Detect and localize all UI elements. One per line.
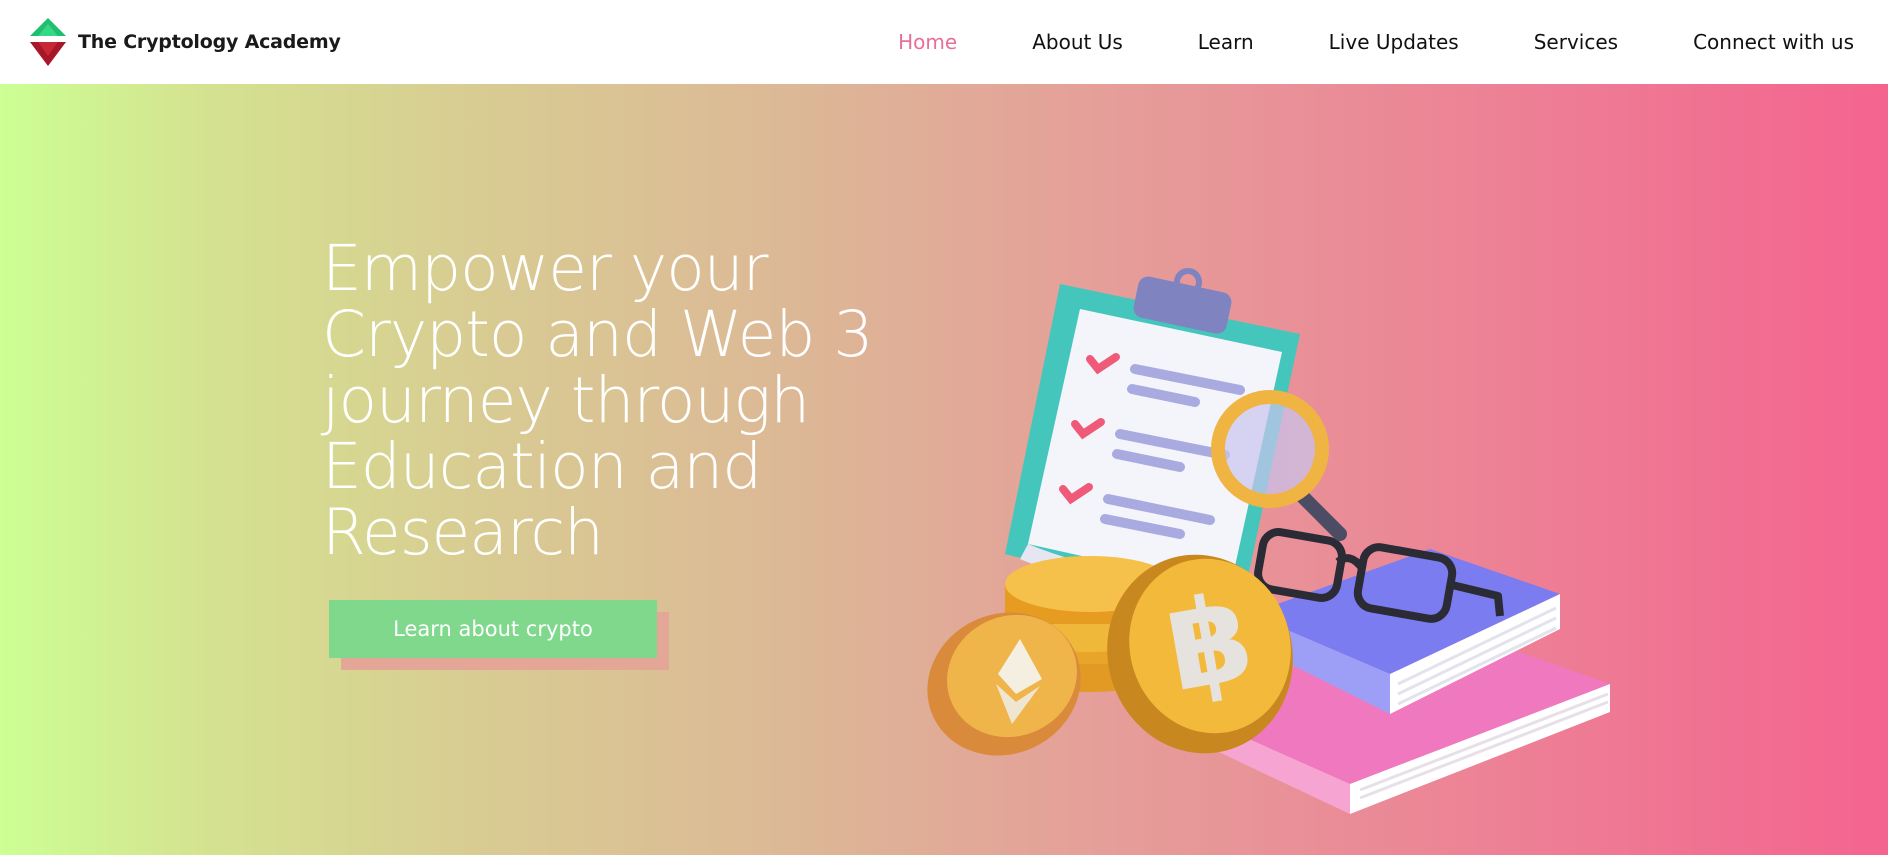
nav-home[interactable]: Home	[898, 30, 957, 54]
nav-learn[interactable]: Learn	[1198, 30, 1254, 54]
hero-title: Empower your Crypto and Web 3 journey th…	[322, 232, 873, 569]
nav-connect-with-us[interactable]: Connect with us	[1693, 30, 1854, 54]
nav-about-us[interactable]: About Us	[1032, 30, 1123, 54]
hero-section: Empower your Crypto and Web 3 journey th…	[0, 84, 1888, 855]
cta-container: Learn about crypto	[329, 600, 669, 672]
crypto-education-illustration: ฿	[927, 268, 1610, 814]
learn-about-crypto-button[interactable]: Learn about crypto	[329, 600, 657, 658]
nav-live-updates[interactable]: Live Updates	[1329, 30, 1459, 54]
site-header: The Cryptology Academy Home About Us Lea…	[0, 0, 1888, 84]
diamond-logo-icon	[30, 18, 66, 66]
main-nav: Home About Us Learn Live Updates Service…	[823, 30, 1854, 54]
brand-logo-link[interactable]: The Cryptology Academy	[26, 16, 341, 68]
nav-services[interactable]: Services	[1534, 30, 1618, 54]
brand-name: The Cryptology Academy	[78, 31, 341, 53]
